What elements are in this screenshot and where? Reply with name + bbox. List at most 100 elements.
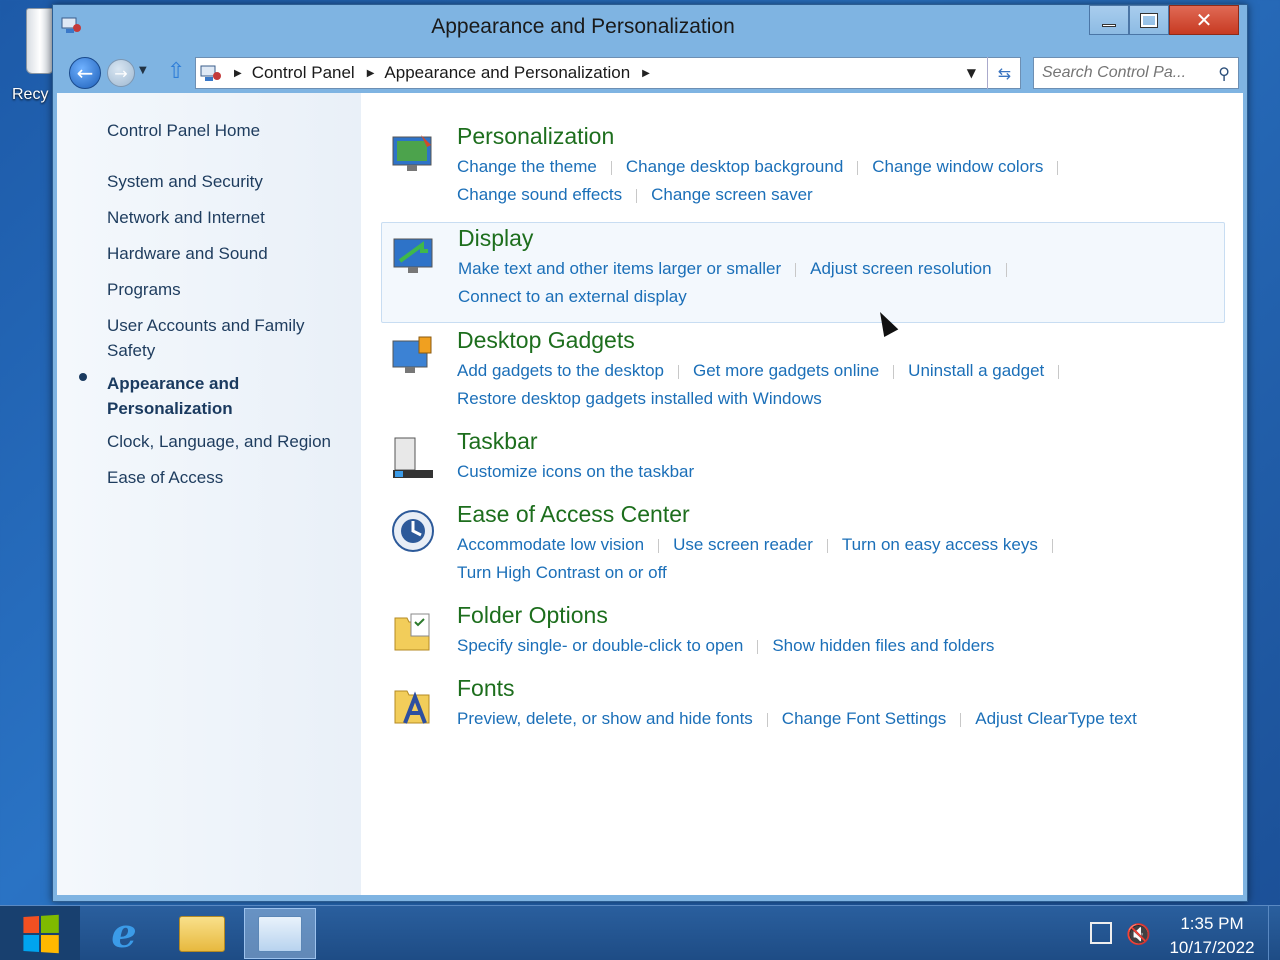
address-dropdown-icon[interactable]: ▼ [967, 66, 976, 80]
category-title[interactable]: Ease of Access Center [457, 501, 690, 528]
category-display: Display Make text and other items larger… [381, 222, 1225, 323]
recycle-bin[interactable]: Recy [0, 0, 56, 110]
link-preview-fonts[interactable]: Preview, delete, or show and hide fonts [457, 709, 753, 728]
link-customize-taskbar-icons[interactable]: Customize icons on the taskbar [457, 462, 694, 481]
taskbar-internet-explorer[interactable]: e [88, 908, 160, 959]
start-button[interactable] [0, 906, 80, 960]
category-title[interactable]: Display [458, 225, 533, 252]
breadcrumb-separator-icon[interactable]: ▶ [234, 68, 242, 79]
link-text-size[interactable]: Make text and other items larger or smal… [458, 259, 781, 278]
link-change-background[interactable]: Change desktop background [626, 157, 843, 176]
category-personalization: Personalization Change the theme Change d… [385, 123, 1225, 213]
category-title[interactable]: Personalization [457, 123, 614, 150]
back-button[interactable]: ← [69, 57, 101, 89]
refresh-icon: ⇆ [997, 63, 1012, 83]
minimize-button[interactable] [1089, 5, 1129, 35]
category-title[interactable]: Folder Options [457, 602, 608, 629]
search-box[interactable]: ⚲ [1033, 57, 1239, 89]
arrow-up-icon: ⇧ [167, 59, 186, 84]
close-icon: ✕ [1195, 8, 1213, 32]
sidebar-item-ease-of-access[interactable]: Ease of Access [107, 465, 223, 490]
sidebar-item-hardware[interactable]: Hardware and Sound [107, 241, 268, 266]
category-links: Specify single- or double-click to open S… [457, 632, 1217, 660]
link-low-vision[interactable]: Accommodate low vision [457, 535, 644, 554]
category-title[interactable]: Desktop Gadgets [457, 327, 635, 354]
clock-time: 1:35 PM [1180, 914, 1244, 933]
taskbar-file-explorer[interactable] [166, 908, 238, 959]
clock[interactable]: 1:35 PM 10/17/2022 [1160, 912, 1264, 960]
content-area: Control Panel Home System and Security N… [57, 93, 1243, 895]
link-separator [1051, 538, 1053, 553]
link-separator [766, 712, 768, 727]
category-links: Change the theme Change desktop backgroun… [457, 153, 1217, 209]
gadgets-icon [392, 336, 432, 373]
link-separator [826, 538, 828, 553]
link-restore-gadgets[interactable]: Restore desktop gadgets installed with W… [457, 389, 822, 408]
fonts-icon [394, 690, 430, 724]
control-panel-window: Appearance and Personalization ✕ ← → ▼ ⇧… [52, 4, 1248, 902]
sidebar-item-system-security[interactable]: System and Security [107, 169, 263, 194]
address-bar[interactable]: ▶ Control Panel ▶ Appearance and Persona… [195, 57, 1021, 89]
link-sound-effects[interactable]: Change sound effects [457, 185, 622, 204]
sidebar-item-appearance[interactable]: Appearance and Personalization [107, 371, 307, 421]
link-separator [1058, 364, 1060, 379]
taskbar-control-panel[interactable] [244, 908, 316, 959]
link-separator [795, 262, 797, 277]
link-uninstall-gadget[interactable]: Uninstall a gadget [908, 361, 1044, 380]
sidebar-item-user-accounts[interactable]: User Accounts and Family Safety [107, 313, 327, 363]
link-font-settings[interactable]: Change Font Settings [782, 709, 946, 728]
link-click-to-open[interactable]: Specify single- or double-click to open [457, 636, 743, 655]
recycle-bin-label: Recy [12, 86, 49, 103]
breadcrumb-separator-icon[interactable]: ▶ [642, 68, 650, 79]
link-screen-saver[interactable]: Change screen saver [651, 185, 813, 204]
control-panel-address-icon [200, 65, 221, 81]
link-screen-resolution[interactable]: Adjust screen resolution [810, 259, 991, 278]
title-bar[interactable]: Appearance and Personalization ✕ [53, 5, 1247, 51]
minimize-icon [1102, 23, 1116, 27]
sidebar-item-clock[interactable]: Clock, Language, and Region [107, 429, 331, 454]
link-external-display[interactable]: Connect to an external display [458, 287, 687, 306]
recent-pages-dropdown[interactable]: ▼ [139, 65, 147, 76]
display-icon [393, 238, 433, 273]
sidebar-item-home[interactable]: Control Panel Home [107, 118, 260, 143]
taskbar-icon [393, 437, 433, 478]
arrow-left-icon: ← [76, 61, 94, 85]
forward-button[interactable]: → [107, 59, 135, 87]
search-icon[interactable]: ⚲ [1218, 64, 1230, 83]
maximize-button[interactable] [1129, 5, 1169, 35]
breadcrumb-separator-icon[interactable]: ▶ [367, 68, 375, 79]
link-cleartype[interactable]: Adjust ClearType text [975, 709, 1137, 728]
link-easy-access-keys[interactable]: Turn on easy access keys [842, 535, 1038, 554]
category-links: Customize icons on the taskbar [457, 458, 1217, 486]
link-window-colors[interactable]: Change window colors [872, 157, 1043, 176]
control-panel-icon [258, 915, 302, 952]
folder-icon [179, 915, 225, 952]
taskbar: e 🔇 1:35 PM 10/17/2022 [0, 905, 1280, 960]
link-separator [1057, 160, 1059, 175]
close-button[interactable]: ✕ [1169, 5, 1239, 35]
show-desktop-button[interactable] [1268, 906, 1280, 960]
network-icon[interactable] [1090, 922, 1112, 944]
refresh-button[interactable]: ⇆ [987, 57, 1021, 89]
search-input[interactable] [1042, 64, 1202, 82]
breadcrumb-appearance[interactable]: Appearance and Personalization [384, 63, 630, 83]
volume-muted-icon[interactable]: 🔇 [1126, 922, 1151, 946]
arrow-right-icon: → [114, 63, 128, 83]
link-hidden-files[interactable]: Show hidden files and folders [772, 636, 994, 655]
link-change-theme[interactable]: Change the theme [457, 157, 597, 176]
category-title[interactable]: Taskbar [457, 428, 538, 455]
category-title[interactable]: Fonts [457, 675, 515, 702]
category-links: Add gadgets to the desktop Get more gadge… [457, 357, 1217, 413]
up-button[interactable]: ⇧ [167, 59, 185, 84]
sidebar-item-programs[interactable]: Programs [107, 277, 181, 302]
breadcrumb-control-panel[interactable]: Control Panel [252, 63, 355, 83]
link-screen-reader[interactable]: Use screen reader [673, 535, 813, 554]
category-folder-options: Folder Options Specify single- or double… [385, 602, 1225, 666]
internet-explorer-icon: e [111, 910, 137, 957]
link-separator [610, 160, 612, 175]
sidebar-item-network[interactable]: Network and Internet [107, 205, 265, 230]
link-more-gadgets[interactable]: Get more gadgets online [693, 361, 879, 380]
recycle-bin-icon [26, 8, 54, 74]
link-high-contrast[interactable]: Turn High Contrast on or off [457, 563, 667, 582]
link-add-gadgets[interactable]: Add gadgets to the desktop [457, 361, 664, 380]
